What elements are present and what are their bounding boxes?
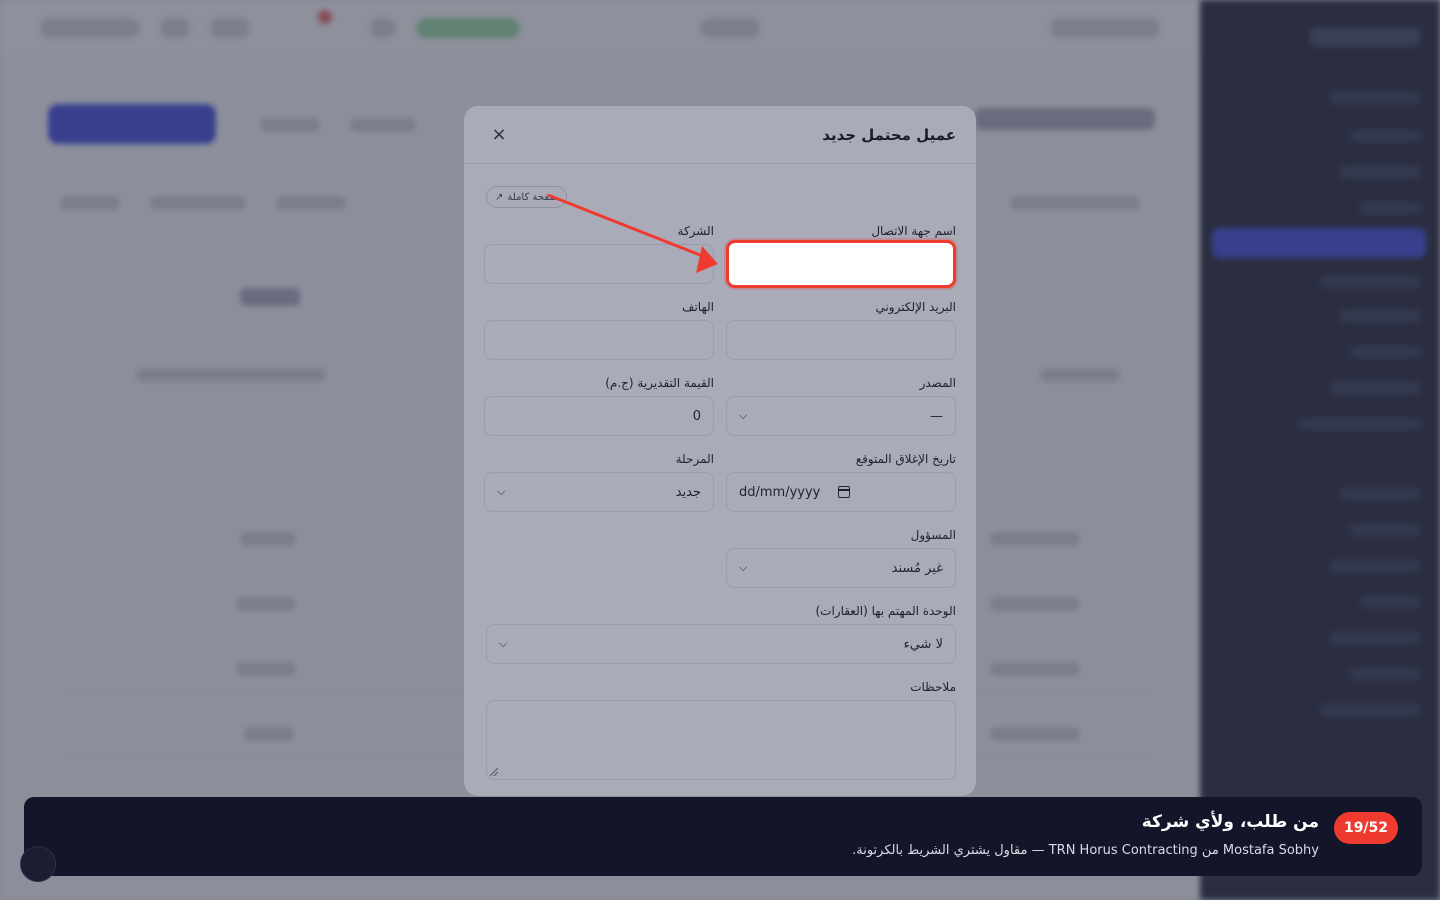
estimated-value-input[interactable]: 0 xyxy=(484,396,714,436)
banner-subtitle: Mostafa Sobhy من TRN Horus Contracting —… xyxy=(852,843,1319,858)
chevron-down-icon: ⌵ xyxy=(739,561,748,574)
owner-field: المسؤول غير مُسند ⌵ xyxy=(726,528,956,588)
stage-value: جديد xyxy=(675,484,701,500)
stage-label: المرحلة xyxy=(675,452,714,466)
source-field: المصدر — ⌵ xyxy=(726,376,956,436)
modal-header: عميل محتمل جديد × xyxy=(464,106,976,164)
contact-name-label: اسم جهة الاتصال xyxy=(871,224,956,238)
owner-value: غير مُسند xyxy=(891,560,943,576)
source-value: — xyxy=(930,408,943,424)
notes-textarea[interactable] xyxy=(486,700,956,780)
contact-name-field: اسم جهة الاتصال xyxy=(726,224,956,288)
calendar-icon[interactable] xyxy=(838,486,851,498)
expected-close-label: تاريخ الإغلاق المتوقع xyxy=(855,452,956,466)
step-counter-badge: 19/52 xyxy=(1334,812,1398,844)
contact-name-input[interactable] xyxy=(726,240,956,288)
owner-select[interactable]: غير مُسند ⌵ xyxy=(726,548,956,588)
tutorial-banner: 19/52 من طلب، ولأي شركة Mostafa Sobhy من… xyxy=(24,797,1422,876)
external-link-icon: ↗ xyxy=(495,191,504,203)
date-placeholder: dd/mm/yyyy xyxy=(739,484,821,500)
chevron-down-icon: ⌵ xyxy=(497,485,506,498)
fullpage-button[interactable]: صفحة كاملة ↗ xyxy=(486,186,567,208)
notes-label: ملاحظات xyxy=(910,680,956,694)
company-field: الشركة xyxy=(484,224,714,284)
chevron-down-icon: ⌵ xyxy=(739,409,748,422)
owner-label: المسؤول xyxy=(910,528,956,542)
fullpage-label: صفحة كاملة xyxy=(507,191,558,203)
source-select[interactable]: — ⌵ xyxy=(726,396,956,436)
close-icon[interactable]: × xyxy=(486,122,512,148)
email-label: البريد الإلكتروني xyxy=(875,300,956,314)
unit-field: الوحدة المهتم بها (العقارات) لا شيء ⌵ xyxy=(486,604,956,664)
new-lead-modal: عميل محتمل جديد × صفحة كاملة ↗ اسم جهة ا… xyxy=(464,106,976,796)
email-input[interactable] xyxy=(726,320,956,360)
unit-value: لا شيء xyxy=(903,636,943,652)
phone-input[interactable] xyxy=(484,320,714,360)
estimated-value-label: القيمة التقديرية (ج.م) xyxy=(605,376,714,390)
banner-title: من طلب، ولأي شركة xyxy=(1141,812,1319,832)
chevron-down-icon: ⌵ xyxy=(499,637,508,650)
phone-label: الهاتف xyxy=(682,300,714,314)
company-label: الشركة xyxy=(677,224,714,238)
stage-select[interactable]: جديد ⌵ xyxy=(484,472,714,512)
phone-field: الهاتف xyxy=(484,300,714,360)
resize-handle-icon[interactable] xyxy=(490,768,498,776)
notes-field: ملاحظات xyxy=(486,680,956,780)
unit-label: الوحدة المهتم بها (العقارات) xyxy=(815,604,956,618)
help-icon[interactable] xyxy=(20,846,56,882)
company-input[interactable] xyxy=(484,244,714,284)
modal-title: عميل محتمل جديد xyxy=(822,125,956,144)
expected-close-input[interactable]: dd/mm/yyyy xyxy=(726,472,956,512)
stage-field: المرحلة جديد ⌵ xyxy=(484,452,714,512)
email-field: البريد الإلكتروني xyxy=(726,300,956,360)
expected-close-field: تاريخ الإغلاق المتوقع dd/mm/yyyy xyxy=(726,452,956,512)
estimated-value-field: القيمة التقديرية (ج.م) 0 xyxy=(484,376,714,436)
source-label: المصدر xyxy=(919,376,956,390)
unit-select[interactable]: لا شيء ⌵ xyxy=(486,624,956,664)
